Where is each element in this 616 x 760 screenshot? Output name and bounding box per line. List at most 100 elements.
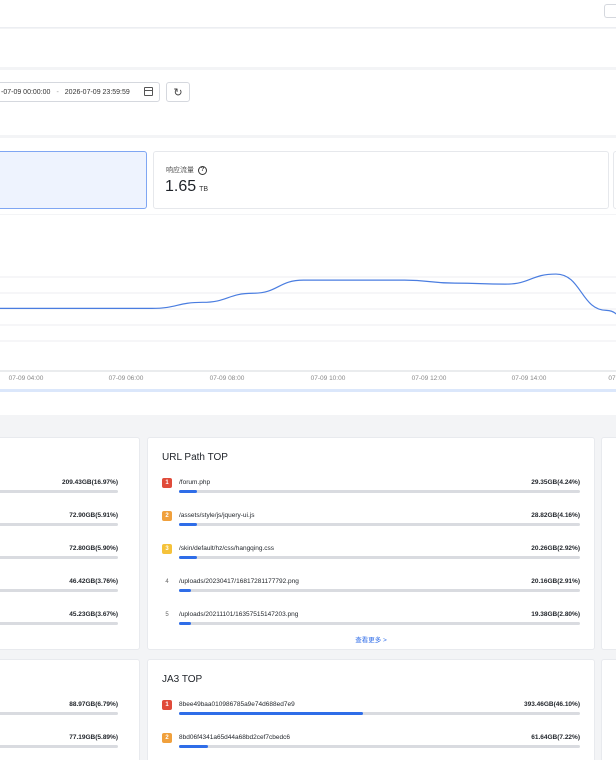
x-tick-label: 07 bbox=[608, 375, 616, 382]
row-value: 209.43GB(16.97%) bbox=[61, 479, 118, 486]
row-value: 61.64GB(7.22%) bbox=[531, 734, 580, 741]
help-icon[interactable]: ? bbox=[198, 165, 207, 175]
rank-badge: 5 bbox=[165, 612, 169, 618]
date-separator: - bbox=[56, 88, 59, 96]
progress-bar-fill bbox=[179, 712, 364, 715]
progress-bar-track bbox=[0, 589, 118, 592]
list-item[interactable]: 88.97GB(6.79%) bbox=[0, 700, 139, 728]
zoom-slider[interactable] bbox=[0, 389, 616, 392]
progress-bar-fill bbox=[179, 622, 192, 625]
progress-bar-track bbox=[179, 622, 580, 625]
row-value: 28.82GB(4.16%) bbox=[531, 512, 580, 519]
date-start: -07-09 00:00:00 bbox=[1, 88, 51, 96]
stat-value: 1.65 TB bbox=[165, 178, 208, 196]
list-item[interactable]: 46.42GB(3.76%) bbox=[0, 577, 139, 605]
calendar-icon[interactable] bbox=[144, 87, 153, 96]
list-item[interactable]: 4/uploads/20230417/16817281177792.png 20.… bbox=[148, 577, 594, 605]
left-top-card: 209.43GB(16.97%) 72.90GB(5.91%) 72.80GB(5.… bbox=[0, 437, 140, 650]
progress-bar-fill bbox=[179, 490, 198, 493]
progress-bar-track bbox=[179, 712, 580, 715]
list-item[interactable]: 45.23GB(3.67%) bbox=[0, 610, 139, 638]
row-label: /uploads/20230417/16817281177792.png bbox=[179, 578, 299, 585]
left-bottom-card: 88.97GB(6.79%) 77.19GB(5.89%) bbox=[0, 659, 140, 760]
row-label: /forum.php bbox=[179, 479, 211, 486]
list-item[interactable]: 77.19GB(5.89%) bbox=[0, 733, 139, 760]
progress-bar-track bbox=[0, 712, 118, 715]
right-bottom-card bbox=[601, 659, 616, 760]
rank-badge: 4 bbox=[165, 579, 169, 585]
url-top-title: URL Path TOP bbox=[162, 452, 228, 463]
x-tick-label: 07-09 08:00 bbox=[210, 375, 245, 382]
progress-bar-track bbox=[0, 490, 118, 493]
progress-bar-track bbox=[0, 523, 118, 526]
stat-label: 响应流量 ? bbox=[166, 165, 207, 175]
list-item[interactable]: 2/assets/style/js/jquery-ui.js 28.82GB(4.… bbox=[148, 511, 594, 539]
filter-bar: -07-09 00:00:00 - 2026-07-09 23:59:59 ↻ bbox=[0, 70, 616, 135]
row-label: /uploads/20211101/16357515147203.png bbox=[179, 611, 299, 618]
ja3-top-card: JA3 TOP 1 8bee49baa010986785a9e74d688ed7e… bbox=[147, 659, 595, 760]
date-range-picker[interactable]: -07-09 00:00:00 - 2026-07-09 23:59:59 bbox=[0, 82, 160, 102]
progress-bar-track bbox=[179, 523, 580, 526]
list-item[interactable]: 2 8bd06f4341a65d44a68bd2cef7cbedc6 61.64GB… bbox=[148, 733, 594, 760]
row-value: 88.97GB(6.79%) bbox=[69, 701, 118, 708]
traffic-chart-panel: 07-09 04:00 07-09 06:00 07-09 08:00 07-09 1… bbox=[0, 215, 616, 415]
progress-bar-track bbox=[179, 556, 580, 559]
row-value: 20.16GB(2.91%) bbox=[531, 578, 580, 585]
right-top-card bbox=[601, 437, 616, 650]
list-item[interactable]: 209.43GB(16.97%) bbox=[0, 478, 139, 506]
row-value: 29.35GB(4.24%) bbox=[531, 479, 580, 486]
progress-bar-track bbox=[179, 589, 580, 592]
x-tick-label: 07-09 06:00 bbox=[109, 375, 144, 382]
row-label: /assets/style/js/jquery-ui.js bbox=[179, 512, 255, 519]
progress-bar-fill bbox=[179, 523, 197, 526]
stat-card-response-traffic[interactable]: 响应流量 ? 1.65 TB bbox=[153, 151, 609, 209]
row-value: 72.90GB(5.91%) bbox=[69, 512, 118, 519]
top-bar bbox=[0, 0, 616, 28]
x-tick-label: 07-09 10:00 bbox=[311, 375, 346, 382]
rank-badge: 1 bbox=[162, 478, 172, 488]
row-label: /skin/default/hz/css/hangqing.css bbox=[179, 545, 275, 552]
refresh-icon: ↻ bbox=[173, 86, 183, 99]
row-value: 393.46GB(46.10%) bbox=[523, 701, 580, 708]
progress-bar-track bbox=[179, 745, 580, 748]
date-end: 2026-07-09 23:59:59 bbox=[64, 88, 130, 96]
x-tick-label: 07-09 14:00 bbox=[512, 375, 547, 382]
list-item[interactable]: 1 8bee49baa010986785a9e74d688ed7e9 393.46G… bbox=[148, 700, 594, 728]
row-label: 8bd06f4341a65d44a68bd2cef7cbedc6 bbox=[179, 734, 290, 741]
rank-badge: 2 bbox=[162, 511, 172, 521]
stat-value-number: 1.65 bbox=[165, 178, 197, 195]
row-value: 45.23GB(3.67%) bbox=[69, 611, 118, 618]
traffic-line-chart: 07-09 04:00 07-09 06:00 07-09 08:00 07-09 1… bbox=[0, 273, 616, 392]
list-item[interactable]: 72.90GB(5.91%) bbox=[0, 511, 139, 539]
row-value: 20.26GB(2.92%) bbox=[531, 545, 580, 552]
progress-bar-fill bbox=[179, 556, 198, 559]
rank-badge: 2 bbox=[162, 733, 172, 743]
stats-panel: 响应流量 ? 1.65 TB bbox=[0, 138, 616, 214]
stat-unit: TB bbox=[199, 186, 209, 193]
progress-bar-track bbox=[0, 556, 118, 559]
url-top-card: URL Path TOP 查看更多 > 1/forum.php 29.35GB(4… bbox=[147, 437, 595, 650]
progress-bar-fill bbox=[179, 589, 192, 592]
row-value: 19.38GB(2.80%) bbox=[531, 611, 580, 618]
ja3-top-title: JA3 TOP bbox=[162, 674, 203, 685]
rank-badge: 1 bbox=[162, 700, 172, 710]
row-value: 46.42GB(3.76%) bbox=[69, 578, 118, 585]
list-item[interactable]: 72.80GB(5.90%) bbox=[0, 544, 139, 572]
row-value: 72.80GB(5.90%) bbox=[69, 545, 118, 552]
series-line bbox=[0, 273, 616, 315]
list-item[interactable]: 1/forum.php 29.35GB(4.24%) bbox=[148, 478, 594, 506]
corner-button[interactable] bbox=[604, 4, 616, 18]
stat-label-text: 响应流量 bbox=[166, 167, 194, 174]
progress-bar-fill bbox=[179, 745, 208, 748]
tab-strip bbox=[0, 29, 616, 67]
progress-bar-track bbox=[179, 490, 580, 493]
list-item[interactable]: 5/uploads/20211101/16357515147203.png 19.… bbox=[148, 610, 594, 638]
rank-badge: 3 bbox=[162, 544, 172, 554]
progress-bar-track bbox=[0, 745, 118, 748]
row-value: 77.19GB(5.89%) bbox=[69, 734, 118, 741]
list-item[interactable]: 3/skin/default/hz/css/hangqing.css 20.26G… bbox=[148, 544, 594, 572]
progress-bar-track bbox=[0, 622, 118, 625]
row-label: 8bee49baa010986785a9e74d688ed7e9 bbox=[179, 701, 295, 708]
refresh-button[interactable]: ↻ bbox=[166, 82, 190, 102]
stat-card-selected[interactable] bbox=[0, 151, 147, 209]
